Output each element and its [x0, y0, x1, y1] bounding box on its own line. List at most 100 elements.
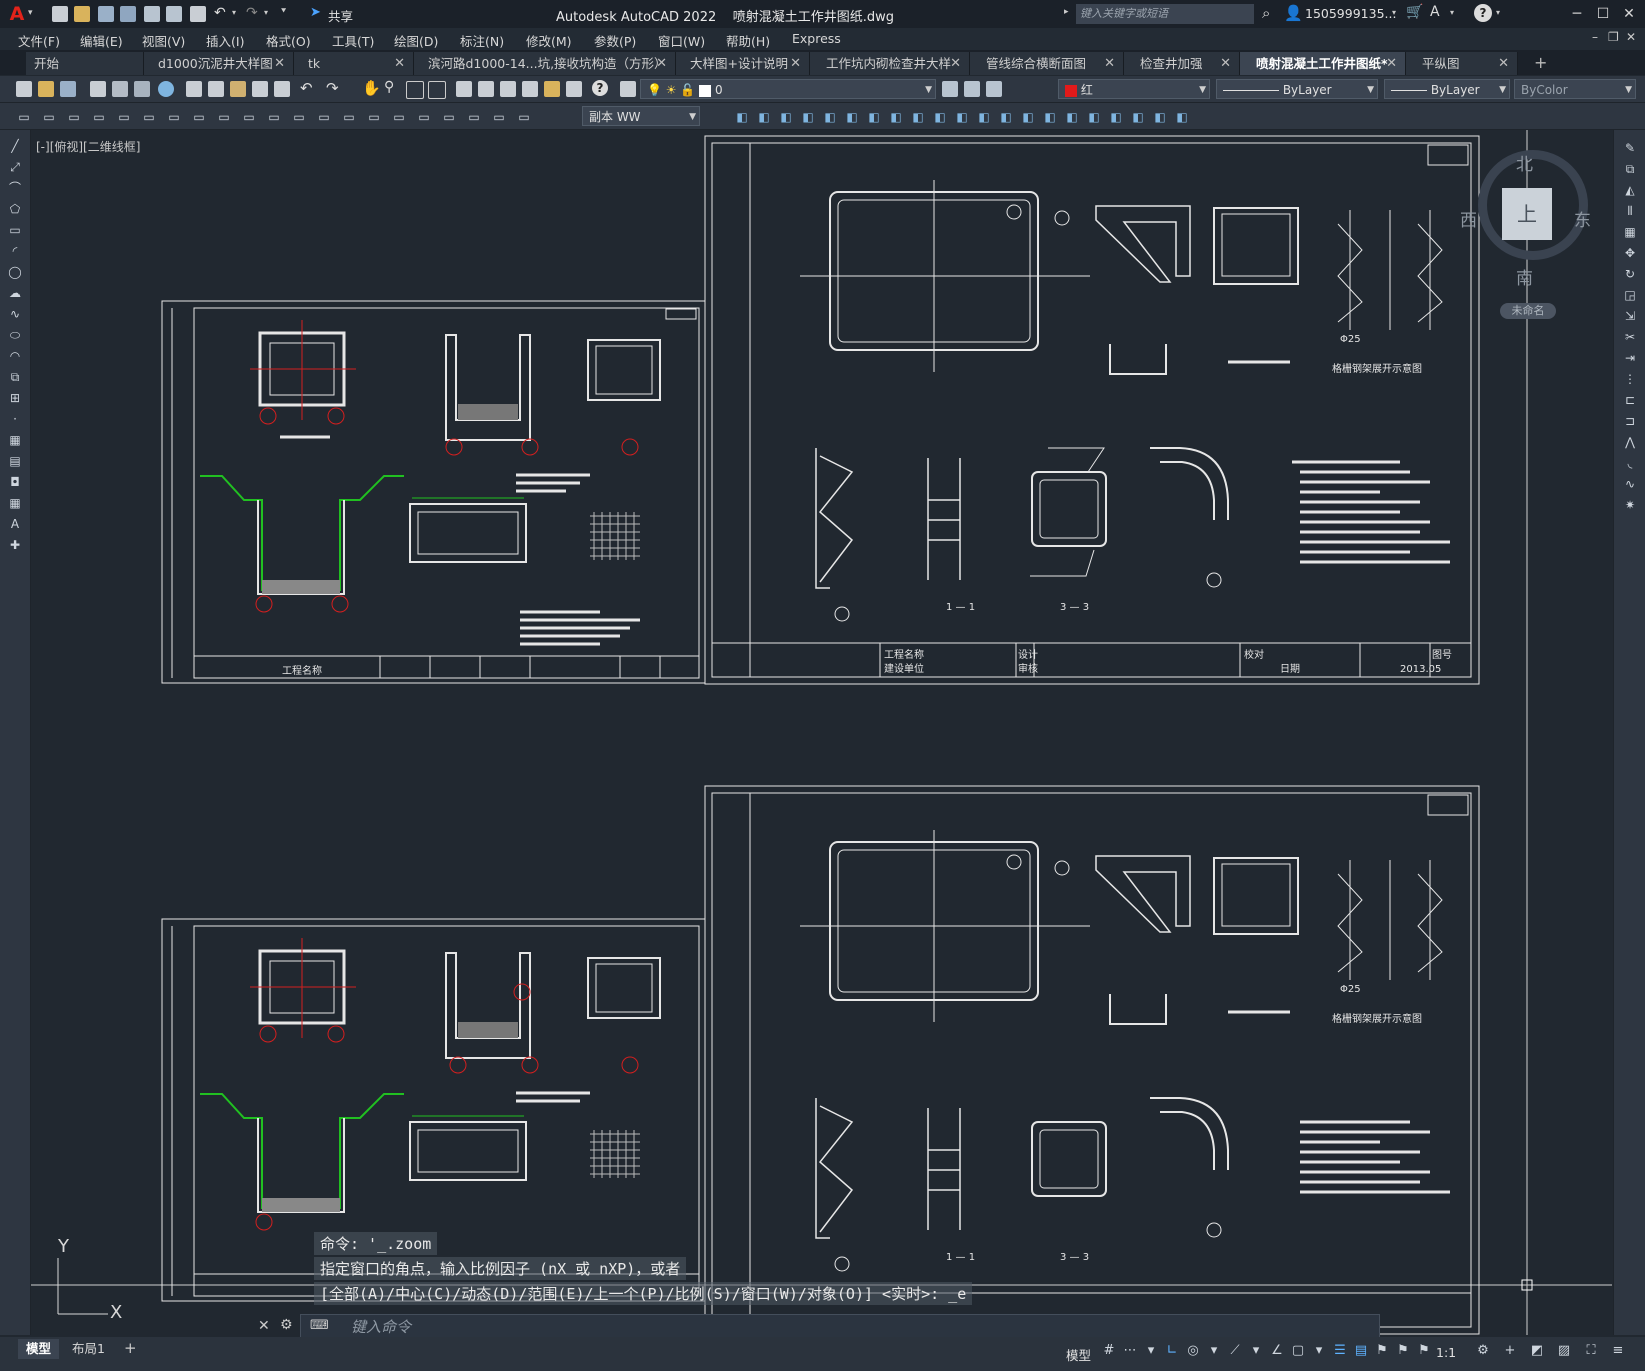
minimize-button[interactable]: ─	[1566, 4, 1588, 24]
tab-manhole-reinforce[interactable]: 检查井加强 ✕	[1124, 52, 1240, 75]
group-icon[interactable]: ◧	[910, 109, 926, 125]
menu-window[interactable]: 窗口(W)	[658, 31, 705, 50]
point-icon[interactable]: ·	[7, 411, 23, 427]
paste-icon[interactable]	[230, 81, 246, 97]
transparency-icon[interactable]: ▤	[1352, 1342, 1370, 1360]
array-icon[interactable]: ▦	[1622, 224, 1638, 240]
ucs-menu[interactable]: 未命名	[1500, 303, 1556, 319]
ordinate-dim-icon[interactable]: ▭	[166, 109, 182, 125]
linetype-combo[interactable]: ByLayer ▼	[1216, 79, 1378, 99]
xref-icon[interactable]: ◧	[1130, 109, 1146, 125]
help-icon[interactable]: ?	[592, 80, 608, 96]
viewport-controls[interactable]: [-][俯视][二维线框]	[36, 138, 140, 155]
spline-icon[interactable]: ∿	[7, 306, 23, 322]
attribute-icon[interactable]: ◧	[1108, 109, 1124, 125]
annotation-scale-icon[interactable]: ⚑	[1415, 1342, 1433, 1360]
user-dropdown-icon[interactable]: ▾	[1392, 8, 1396, 17]
revision-cloud-icon[interactable]: ☁	[7, 285, 23, 301]
blend-icon[interactable]: ∿	[1622, 476, 1638, 492]
menu-file[interactable]: 文件(F)	[18, 31, 60, 50]
user-account[interactable]: 1505999135...	[1305, 6, 1396, 21]
settings-gear-icon[interactable]: ⚙	[1474, 1342, 1492, 1360]
close-icon[interactable]: ✕	[1104, 52, 1115, 75]
plot-preview-icon[interactable]	[112, 81, 128, 97]
menu-tools[interactable]: 工具(T)	[332, 31, 374, 50]
insert-block-icon[interactable]: ⧉	[7, 369, 23, 385]
menu-view[interactable]: 视图(V)	[142, 31, 185, 50]
redo-dropdown-icon[interactable]: ▾	[264, 8, 268, 17]
angular-dim-icon[interactable]: ▭	[241, 109, 257, 125]
quickcalc-icon[interactable]	[566, 81, 582, 97]
dim-front-icon[interactable]: ◧	[844, 109, 860, 125]
diameter-dim-icon[interactable]: ▭	[216, 109, 232, 125]
send-back-icon[interactable]: ◧	[756, 109, 772, 125]
modify-icon[interactable]: ▭	[16, 109, 32, 125]
osnap-icon[interactable]: ▢	[1289, 1342, 1307, 1360]
doc-restore-icon[interactable]: ❐	[1608, 30, 1619, 44]
polar-dropdown-icon[interactable]: ▾	[1205, 1342, 1223, 1360]
isolate-objects-icon[interactable]: ◩	[1528, 1342, 1546, 1360]
redo-icon[interactable]: ↷	[246, 5, 258, 21]
baseline-dim-icon[interactable]: ▭	[291, 109, 307, 125]
osnap-tracking-icon[interactable]: ∠	[1268, 1342, 1286, 1360]
properties-icon[interactable]	[456, 81, 472, 97]
save-icon[interactable]	[98, 6, 114, 22]
line-icon[interactable]: ╱	[7, 138, 23, 154]
menu-parametric[interactable]: 参数(P)	[594, 31, 636, 50]
menu-dimension[interactable]: 标注(N)	[460, 31, 504, 50]
copy-icon[interactable]: ⧉	[1622, 161, 1638, 177]
mirror-icon[interactable]: ◭	[1622, 182, 1638, 198]
isodraft-dropdown-icon[interactable]: ▾	[1247, 1342, 1265, 1360]
tab-detail-design[interactable]: 大样图+设计说明 ✕	[676, 52, 810, 75]
bring-front-icon[interactable]: ◧	[734, 109, 750, 125]
plot-icon[interactable]	[90, 81, 106, 97]
make-current-layer-icon[interactable]	[942, 81, 958, 97]
viewcube-west[interactable]: 西	[1460, 206, 1477, 231]
polygon-icon[interactable]: ⬠	[7, 201, 23, 217]
menu-edit[interactable]: 编辑(E)	[80, 31, 123, 50]
zoom-previous-icon[interactable]	[428, 81, 446, 99]
rotate-icon[interactable]: ↻	[1622, 266, 1638, 282]
new-file-icon[interactable]	[52, 6, 68, 22]
insert-icon[interactable]: ◧	[1086, 109, 1102, 125]
isolate-icon[interactable]: ◧	[998, 109, 1014, 125]
extend-icon[interactable]: ⇥	[1622, 350, 1638, 366]
save-as-icon[interactable]	[120, 6, 136, 22]
continue-dim-icon[interactable]: ▭	[316, 109, 332, 125]
close-command-icon[interactable]: ✕	[258, 1318, 270, 1334]
menu-express[interactable]: Express	[792, 31, 841, 46]
menu-help[interactable]: 帮助(H)	[726, 31, 770, 50]
plus-icon[interactable]: +	[1501, 1342, 1519, 1360]
group-edit-icon[interactable]: ◧	[954, 109, 970, 125]
linear-dim-icon[interactable]: ▭	[91, 109, 107, 125]
redo-icon[interactable]: ↷	[326, 79, 339, 97]
hatch-back-icon[interactable]: ◧	[888, 109, 904, 125]
add-selected-icon[interactable]: ✚	[7, 537, 23, 553]
break-icon[interactable]: ⊏	[1622, 392, 1638, 408]
block-icon[interactable]: ◧	[1064, 109, 1080, 125]
rectangle-icon[interactable]: ▭	[7, 222, 23, 238]
autocad-logo-icon[interactable]: A	[6, 3, 28, 25]
design-center-icon[interactable]	[478, 81, 494, 97]
help-dropdown-icon[interactable]: ▾	[1496, 8, 1500, 17]
radius-dim-icon[interactable]: ▭	[191, 109, 207, 125]
close-icon[interactable]: ✕	[656, 52, 667, 75]
menu-draw[interactable]: 绘图(D)	[394, 31, 438, 50]
text-front-icon[interactable]: ◧	[822, 109, 838, 125]
leader-icon[interactable]: ▭	[341, 109, 357, 125]
snap-icon[interactable]: ⋯	[1121, 1342, 1139, 1360]
copy-icon[interactable]: ▭	[66, 109, 82, 125]
leader-front-icon[interactable]: ◧	[866, 109, 882, 125]
close-icon[interactable]: ✕	[1386, 52, 1397, 75]
image-icon[interactable]: ◧	[1152, 109, 1168, 125]
inspect-icon[interactable]: ▭	[416, 109, 432, 125]
viewcube-south[interactable]: 南	[1516, 264, 1533, 289]
tab-profile[interactable]: 平纵图 ✕	[1406, 52, 1518, 75]
arc-dim-icon[interactable]: ▭	[141, 109, 157, 125]
tolerance-icon[interactable]: ▭	[366, 109, 382, 125]
viewcube-north[interactable]: 北	[1516, 150, 1533, 175]
menu-format[interactable]: 格式(O)	[266, 31, 311, 50]
a360-dropdown-icon[interactable]: ▾	[1450, 8, 1454, 17]
table-icon[interactable]: ▦	[7, 495, 23, 511]
doc-minimize-icon[interactable]: –	[1592, 30, 1598, 44]
